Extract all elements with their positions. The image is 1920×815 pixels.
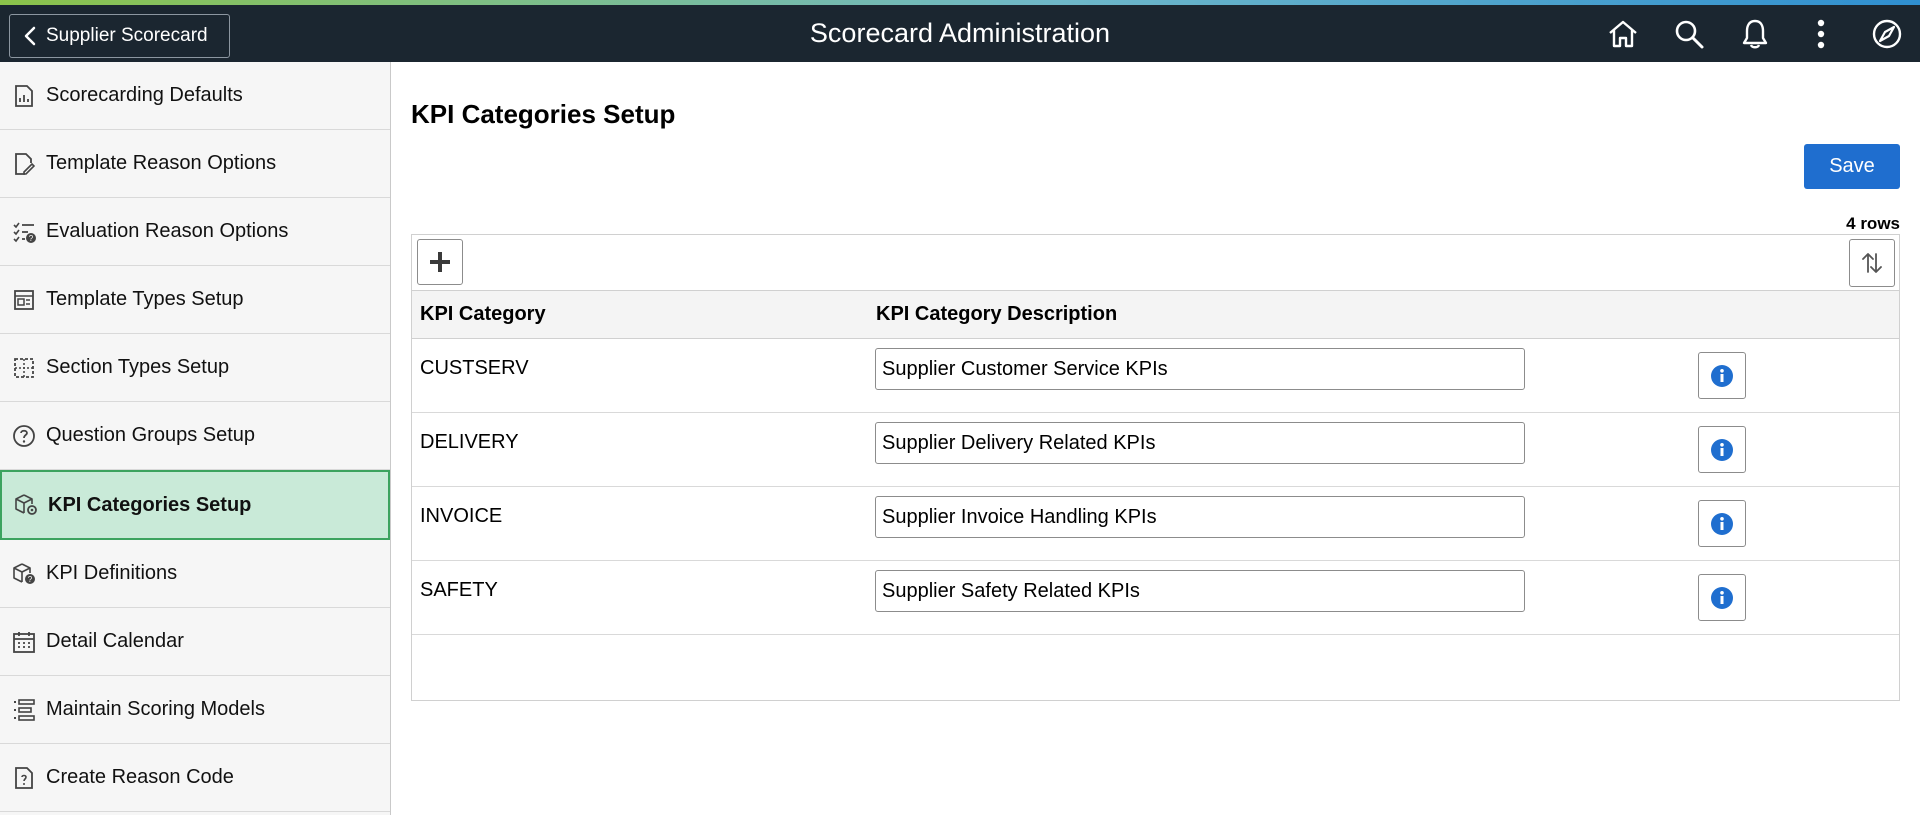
sidebar-item-template-reason-options[interactable]: Template Reason Options [0, 130, 390, 198]
sidebar-item-label: Template Types Setup [46, 288, 244, 310]
sidebar-item-label: Question Groups Setup [46, 424, 256, 446]
table-row: CUSTSERV [412, 339, 1899, 413]
sidebar-nav: Scorecarding Defaults Template Reason Op… [0, 62, 391, 815]
column-header-kpi-category[interactable]: KPI Category [420, 303, 546, 326]
sidebar-item-kpi-definitions[interactable]: ? KPI Definitions [0, 540, 390, 608]
row-info-button[interactable] [1698, 352, 1746, 399]
kpi-category-description-input[interactable] [875, 570, 1525, 612]
save-button[interactable]: Save [1804, 144, 1900, 189]
chevron-left-icon [24, 26, 36, 46]
info-icon [1711, 438, 1733, 461]
checklist-question-icon: ? [0, 220, 46, 244]
sidebar-item-label: KPI Categories Setup [48, 493, 252, 516]
cube-gear-icon [2, 493, 48, 517]
sidebar-item-section-types-setup[interactable]: Section Types Setup [0, 334, 390, 402]
sidebar-item-label: Create Reason Code [46, 766, 234, 788]
sidebar-item-label: Detail Calendar [46, 630, 184, 652]
sidebar-item-label: Section Types Setup [46, 356, 230, 378]
sidebar-item-label: Maintain Scoring Models [46, 698, 265, 720]
search-icon[interactable] [1656, 5, 1722, 62]
list-bars-icon [0, 698, 46, 721]
sidebar-item-label: Template Reason Options [46, 152, 277, 174]
kpi-category-code: CUSTSERV [420, 357, 529, 379]
back-button[interactable]: Supplier Scorecard [9, 14, 230, 58]
back-button-label: Supplier Scorecard [46, 25, 208, 46]
info-icon [1711, 586, 1733, 609]
table-row: DELIVERY [412, 413, 1899, 487]
sort-button[interactable] [1849, 239, 1895, 287]
info-icon [1711, 364, 1733, 387]
sidebar-item-detail-calendar[interactable]: Detail Calendar [0, 608, 390, 676]
cube-info-icon: ? [0, 562, 46, 586]
sidebar-item-label: KPI Definitions [46, 562, 178, 584]
sidebar-item-label: Evaluation Reason Options [46, 220, 289, 242]
kpi-category-description-input[interactable] [875, 496, 1525, 538]
sidebar-item-maintain-scoring-models[interactable]: Maintain Scoring Models [0, 676, 390, 744]
sidebar-item-kpi-categories-setup[interactable]: KPI Categories Setup [0, 470, 390, 540]
svg-text:?: ? [28, 575, 33, 584]
row-info-button[interactable] [1698, 500, 1746, 547]
sidebar-item-label: Scorecarding Defaults [46, 84, 243, 106]
sidebar-item-template-types-setup[interactable]: Template Types Setup [0, 266, 390, 334]
more-vertical-icon[interactable] [1788, 5, 1854, 62]
table-row: INVOICE [412, 487, 1899, 561]
section-grid-icon [0, 357, 46, 379]
template-layout-icon [0, 289, 46, 311]
report-chart-icon [0, 84, 46, 108]
sidebar-item-scorecarding-defaults[interactable]: Scorecarding Defaults [0, 62, 390, 130]
sidebar-item-evaluation-reason-options[interactable]: ? Evaluation Reason Options [0, 198, 390, 266]
bell-icon[interactable] [1722, 5, 1788, 62]
row-count: 4 rows [1846, 214, 1900, 233]
page-title: KPI Categories Setup [411, 99, 676, 129]
document-question-icon [0, 766, 46, 790]
column-header-kpi-category-description[interactable]: KPI Category Description [876, 303, 1117, 326]
row-info-button[interactable] [1698, 426, 1746, 473]
document-edit-icon [0, 152, 46, 176]
row-info-button[interactable] [1698, 574, 1746, 621]
question-circle-icon [0, 424, 46, 448]
kpi-category-description-input[interactable] [875, 422, 1525, 464]
info-icon [1711, 512, 1733, 535]
svg-text:?: ? [29, 234, 34, 243]
kpi-category-code: SAFETY [420, 579, 498, 601]
kpi-category-description-input[interactable] [875, 348, 1525, 390]
plus-icon [430, 252, 450, 272]
calendar-icon [0, 630, 46, 654]
grid-toolbar [412, 235, 1899, 291]
compass-icon[interactable] [1854, 5, 1920, 62]
kpi-category-grid: KPI Category KPI Category Description CU… [411, 234, 1900, 701]
sort-icon [1862, 253, 1882, 273]
sidebar-item-create-reason-code[interactable]: Create Reason Code [0, 744, 390, 812]
main-content: KPI Categories Setup Save 4 rows KPI Cat… [392, 62, 1920, 815]
sidebar-item-question-groups-setup[interactable]: Question Groups Setup [0, 402, 390, 470]
table-row: SAFETY [412, 561, 1899, 635]
add-row-button[interactable] [417, 239, 463, 285]
grid-header-row: KPI Category KPI Category Description [412, 291, 1899, 339]
app-header: Supplier Scorecard Scorecard Administrat… [0, 5, 1920, 62]
kpi-category-code: DELIVERY [420, 431, 519, 453]
home-icon[interactable] [1590, 5, 1656, 62]
kpi-category-code: INVOICE [420, 505, 503, 527]
